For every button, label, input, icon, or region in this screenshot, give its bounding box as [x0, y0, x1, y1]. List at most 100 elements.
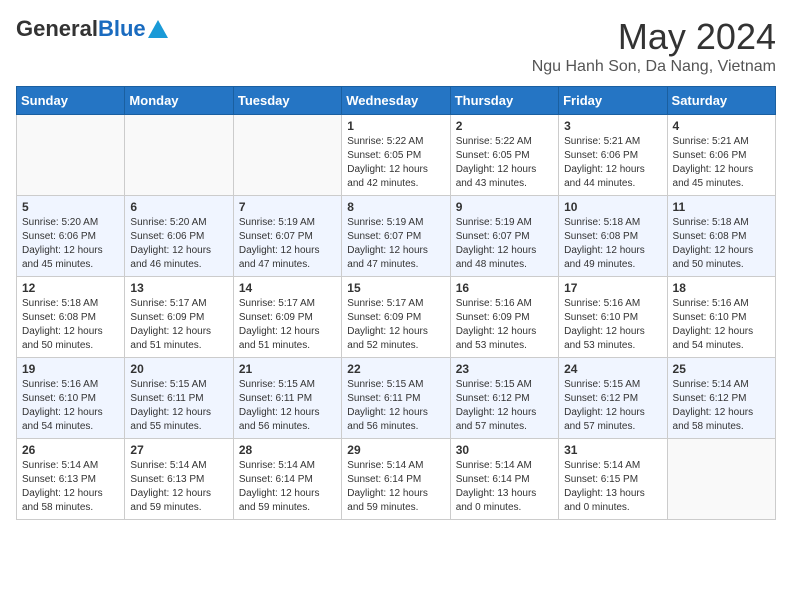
calendar-cell: 24 Sunrise: 5:15 AM Sunset: 6:12 PM Dayli… — [559, 358, 667, 439]
cell-content: Sunrise: 5:15 AM Sunset: 6:12 PM Dayligh… — [564, 378, 661, 434]
cell-content: Sunrise: 5:22 AM Sunset: 6:05 PM Dayligh… — [456, 135, 553, 191]
day-number: 14 — [239, 281, 336, 295]
calendar-cell: 13Sunrise: 5:17 AM Sunset: 6:09 PM Dayli… — [125, 277, 233, 358]
calendar-cell: 28 Sunrise: 5:14 AM Sunset: 6:14 PM Dayli… — [233, 439, 341, 520]
calendar-cell: 23 Sunrise: 5:15 AM Sunset: 6:12 PM Dayli… — [450, 358, 558, 439]
day-number: 24 — [564, 362, 661, 376]
cell-content: Sunrise: 5:19 AM Sunset: 6:07 PM Dayligh… — [456, 216, 553, 272]
calendar-cell: 7 Sunrise: 5:19 AM Sunset: 6:07 PM Daylig… — [233, 196, 341, 277]
calendar-cell — [667, 439, 775, 520]
calendar-week-row: 26 Sunrise: 5:14 AM Sunset: 6:13 PM Dayli… — [17, 439, 776, 520]
calendar-cell: 21 Sunrise: 5:15 AM Sunset: 6:11 PM Dayli… — [233, 358, 341, 439]
calendar-cell: 2 Sunrise: 5:22 AM Sunset: 6:05 PM Daylig… — [450, 115, 558, 196]
day-header-tuesday: Tuesday — [233, 87, 341, 115]
main-title: May 2024 — [532, 16, 776, 58]
day-number: 1 — [347, 119, 444, 133]
day-number: 26 — [22, 443, 119, 457]
page-header: GeneralBlue May 2024 Ngu Hanh Son, Da Na… — [16, 16, 776, 76]
calendar-cell: 29Sunrise: 5:14 AM Sunset: 6:14 PM Dayli… — [342, 439, 450, 520]
cell-content: Sunrise: 5:18 AM Sunset: 6:08 PM Dayligh… — [564, 216, 661, 272]
calendar-cell: 4 Sunrise: 5:21 AM Sunset: 6:06 PM Daylig… — [667, 115, 775, 196]
calendar-cell: 11Sunrise: 5:18 AM Sunset: 6:08 PM Dayli… — [667, 196, 775, 277]
day-number: 16 — [456, 281, 553, 295]
day-number: 19 — [22, 362, 119, 376]
cell-content: Sunrise: 5:19 AM Sunset: 6:07 PM Dayligh… — [239, 216, 336, 272]
day-header-friday: Friday — [559, 87, 667, 115]
cell-content: Sunrise: 5:16 AM Sunset: 6:10 PM Dayligh… — [564, 297, 661, 353]
logo-blue: Blue — [98, 16, 146, 42]
cell-content: Sunrise: 5:20 AM Sunset: 6:06 PM Dayligh… — [22, 216, 119, 272]
day-number: 31 — [564, 443, 661, 457]
calendar-cell: 16 Sunrise: 5:16 AM Sunset: 6:09 PM Dayli… — [450, 277, 558, 358]
day-number: 22 — [347, 362, 444, 376]
calendar-cell: 5 Sunrise: 5:20 AM Sunset: 6:06 PM Daylig… — [17, 196, 125, 277]
day-header-sunday: Sunday — [17, 87, 125, 115]
day-header-thursday: Thursday — [450, 87, 558, 115]
calendar-cell: 25Sunrise: 5:14 AM Sunset: 6:12 PM Dayli… — [667, 358, 775, 439]
calendar-cell — [125, 115, 233, 196]
day-number: 4 — [673, 119, 770, 133]
day-number: 17 — [564, 281, 661, 295]
day-number: 5 — [22, 200, 119, 214]
calendar-week-row: 12Sunrise: 5:18 AM Sunset: 6:08 PM Dayli… — [17, 277, 776, 358]
day-number: 2 — [456, 119, 553, 133]
calendar-table: SundayMondayTuesdayWednesdayThursdayFrid… — [16, 86, 776, 520]
cell-content: Sunrise: 5:15 AM Sunset: 6:11 PM Dayligh… — [130, 378, 227, 434]
calendar-cell: 3 Sunrise: 5:21 AM Sunset: 6:06 PM Daylig… — [559, 115, 667, 196]
cell-content: Sunrise: 5:18 AM Sunset: 6:08 PM Dayligh… — [22, 297, 119, 353]
cell-content: Sunrise: 5:20 AM Sunset: 6:06 PM Dayligh… — [130, 216, 227, 272]
cell-content: Sunrise: 5:21 AM Sunset: 6:06 PM Dayligh… — [673, 135, 770, 191]
calendar-cell: 31 Sunrise: 5:14 AM Sunset: 6:15 PM Dayli… — [559, 439, 667, 520]
day-header-saturday: Saturday — [667, 87, 775, 115]
cell-content: Sunrise: 5:15 AM Sunset: 6:11 PM Dayligh… — [347, 378, 444, 434]
cell-content: Sunrise: 5:22 AM Sunset: 6:05 PM Dayligh… — [347, 135, 444, 191]
day-number: 7 — [239, 200, 336, 214]
calendar-cell: 20 Sunrise: 5:15 AM Sunset: 6:11 PM Dayli… — [125, 358, 233, 439]
calendar-cell: 18Sunrise: 5:16 AM Sunset: 6:10 PM Dayli… — [667, 277, 775, 358]
logo-triangle-icon — [148, 20, 168, 38]
calendar-cell: 22 Sunrise: 5:15 AM Sunset: 6:11 PM Dayli… — [342, 358, 450, 439]
calendar-cell: 6Sunrise: 5:20 AM Sunset: 6:06 PM Daylig… — [125, 196, 233, 277]
day-number: 28 — [239, 443, 336, 457]
cell-content: Sunrise: 5:14 AM Sunset: 6:13 PM Dayligh… — [22, 459, 119, 515]
day-number: 20 — [130, 362, 227, 376]
cell-content: Sunrise: 5:14 AM Sunset: 6:13 PM Dayligh… — [130, 459, 227, 515]
calendar-week-row: 1 Sunrise: 5:22 AM Sunset: 6:05 PM Daylig… — [17, 115, 776, 196]
calendar-week-row: 5 Sunrise: 5:20 AM Sunset: 6:06 PM Daylig… — [17, 196, 776, 277]
calendar-cell: 26 Sunrise: 5:14 AM Sunset: 6:13 PM Dayli… — [17, 439, 125, 520]
cell-content: Sunrise: 5:16 AM Sunset: 6:10 PM Dayligh… — [22, 378, 119, 434]
calendar-cell: 8 Sunrise: 5:19 AM Sunset: 6:07 PM Daylig… — [342, 196, 450, 277]
cell-content: Sunrise: 5:15 AM Sunset: 6:12 PM Dayligh… — [456, 378, 553, 434]
calendar-cell: 27Sunrise: 5:14 AM Sunset: 6:13 PM Dayli… — [125, 439, 233, 520]
day-number: 21 — [239, 362, 336, 376]
day-number: 8 — [347, 200, 444, 214]
cell-content: Sunrise: 5:14 AM Sunset: 6:14 PM Dayligh… — [347, 459, 444, 515]
logo: GeneralBlue — [16, 16, 168, 42]
calendar-week-row: 19 Sunrise: 5:16 AM Sunset: 6:10 PM Dayli… — [17, 358, 776, 439]
day-number: 18 — [673, 281, 770, 295]
cell-content: Sunrise: 5:16 AM Sunset: 6:09 PM Dayligh… — [456, 297, 553, 353]
calendar-cell — [17, 115, 125, 196]
logo-general: General — [16, 16, 98, 42]
cell-content: Sunrise: 5:14 AM Sunset: 6:15 PM Dayligh… — [564, 459, 661, 515]
subtitle: Ngu Hanh Son, Da Nang, Vietnam — [532, 58, 776, 76]
calendar-cell: 1 Sunrise: 5:22 AM Sunset: 6:05 PM Daylig… — [342, 115, 450, 196]
day-number: 25 — [673, 362, 770, 376]
day-number: 23 — [456, 362, 553, 376]
calendar-cell — [233, 115, 341, 196]
day-number: 30 — [456, 443, 553, 457]
cell-content: Sunrise: 5:14 AM Sunset: 6:14 PM Dayligh… — [239, 459, 336, 515]
cell-content: Sunrise: 5:15 AM Sunset: 6:11 PM Dayligh… — [239, 378, 336, 434]
calendar-cell: 30Sunrise: 5:14 AM Sunset: 6:14 PM Dayli… — [450, 439, 558, 520]
cell-content: Sunrise: 5:21 AM Sunset: 6:06 PM Dayligh… — [564, 135, 661, 191]
calendar-cell: 19 Sunrise: 5:16 AM Sunset: 6:10 PM Dayli… — [17, 358, 125, 439]
calendar-cell: 10Sunrise: 5:18 AM Sunset: 6:08 PM Dayli… — [559, 196, 667, 277]
cell-content: Sunrise: 5:18 AM Sunset: 6:08 PM Dayligh… — [673, 216, 770, 272]
day-number: 3 — [564, 119, 661, 133]
calendar-cell: 15Sunrise: 5:17 AM Sunset: 6:09 PM Dayli… — [342, 277, 450, 358]
calendar-cell: 12Sunrise: 5:18 AM Sunset: 6:08 PM Dayli… — [17, 277, 125, 358]
calendar-header-row: SundayMondayTuesdayWednesdayThursdayFrid… — [17, 87, 776, 115]
calendar-cell: 17 Sunrise: 5:16 AM Sunset: 6:10 PM Dayli… — [559, 277, 667, 358]
calendar-cell: 14Sunrise: 5:17 AM Sunset: 6:09 PM Dayli… — [233, 277, 341, 358]
cell-content: Sunrise: 5:19 AM Sunset: 6:07 PM Dayligh… — [347, 216, 444, 272]
